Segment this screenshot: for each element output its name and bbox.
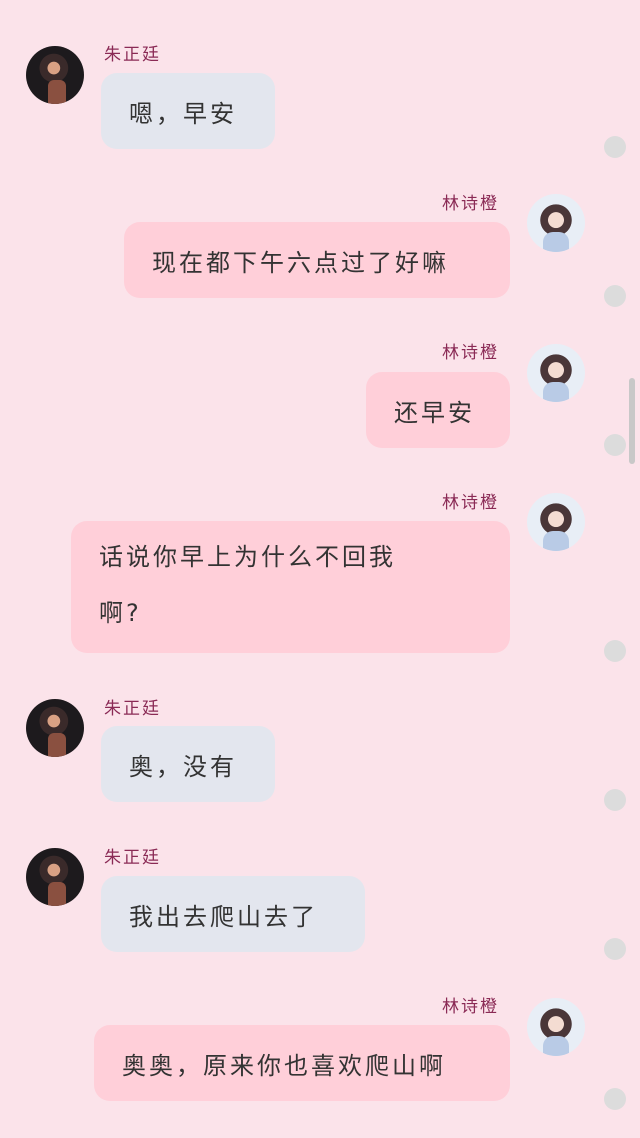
message-bubble[interactable]: 话说你早上为什么不回我 啊? — [71, 521, 510, 653]
status-dot — [604, 285, 626, 307]
message-text: 现在都下午六点过了好嘛 — [152, 248, 449, 277]
message-bubble[interactable]: 还早安 — [366, 372, 510, 448]
avatar-zhu[interactable] — [26, 699, 84, 757]
message-text: 嗯，早安 — [129, 99, 237, 128]
message-text-line-2: 啊? — [99, 599, 142, 627]
scrollbar[interactable] — [629, 378, 635, 464]
status-dot — [604, 1088, 626, 1110]
sender-name: 朱正廷 — [104, 45, 161, 65]
sender-name: 林诗橙 — [442, 493, 499, 513]
avatar-lin[interactable] — [527, 998, 585, 1056]
message-bubble[interactable]: 现在都下午六点过了好嘛 — [124, 222, 510, 298]
sender-name: 林诗橙 — [442, 343, 499, 363]
message-text: 奥奥，原来你也喜欢爬山啊 — [122, 1051, 446, 1080]
message-bubble[interactable]: 奥奥，原来你也喜欢爬山啊 — [94, 1025, 510, 1101]
avatar-zhu[interactable] — [26, 46, 84, 104]
status-dot — [604, 938, 626, 960]
message-text-line-1: 话说你早上为什么不回我 — [99, 543, 396, 571]
message-text: 我出去爬山去了 — [129, 902, 318, 931]
sender-name: 林诗橙 — [442, 194, 499, 214]
sender-name: 朱正廷 — [104, 848, 161, 868]
message-text: 奥，没有 — [129, 752, 237, 781]
sender-name: 朱正廷 — [104, 699, 161, 719]
avatar-zhu[interactable] — [26, 848, 84, 906]
message-bubble[interactable]: 嗯，早安 — [101, 73, 275, 149]
status-dot — [604, 789, 626, 811]
sender-name: 林诗橙 — [442, 997, 499, 1017]
message-text: 还早安 — [394, 398, 475, 427]
status-dot — [604, 136, 626, 158]
avatar-lin[interactable] — [527, 344, 585, 402]
avatar-lin[interactable] — [527, 194, 585, 252]
avatar-lin[interactable] — [527, 493, 585, 551]
status-dot — [604, 434, 626, 456]
message-bubble[interactable]: 我出去爬山去了 — [101, 876, 365, 952]
status-dot — [604, 640, 626, 662]
message-bubble[interactable]: 奥，没有 — [101, 726, 275, 802]
